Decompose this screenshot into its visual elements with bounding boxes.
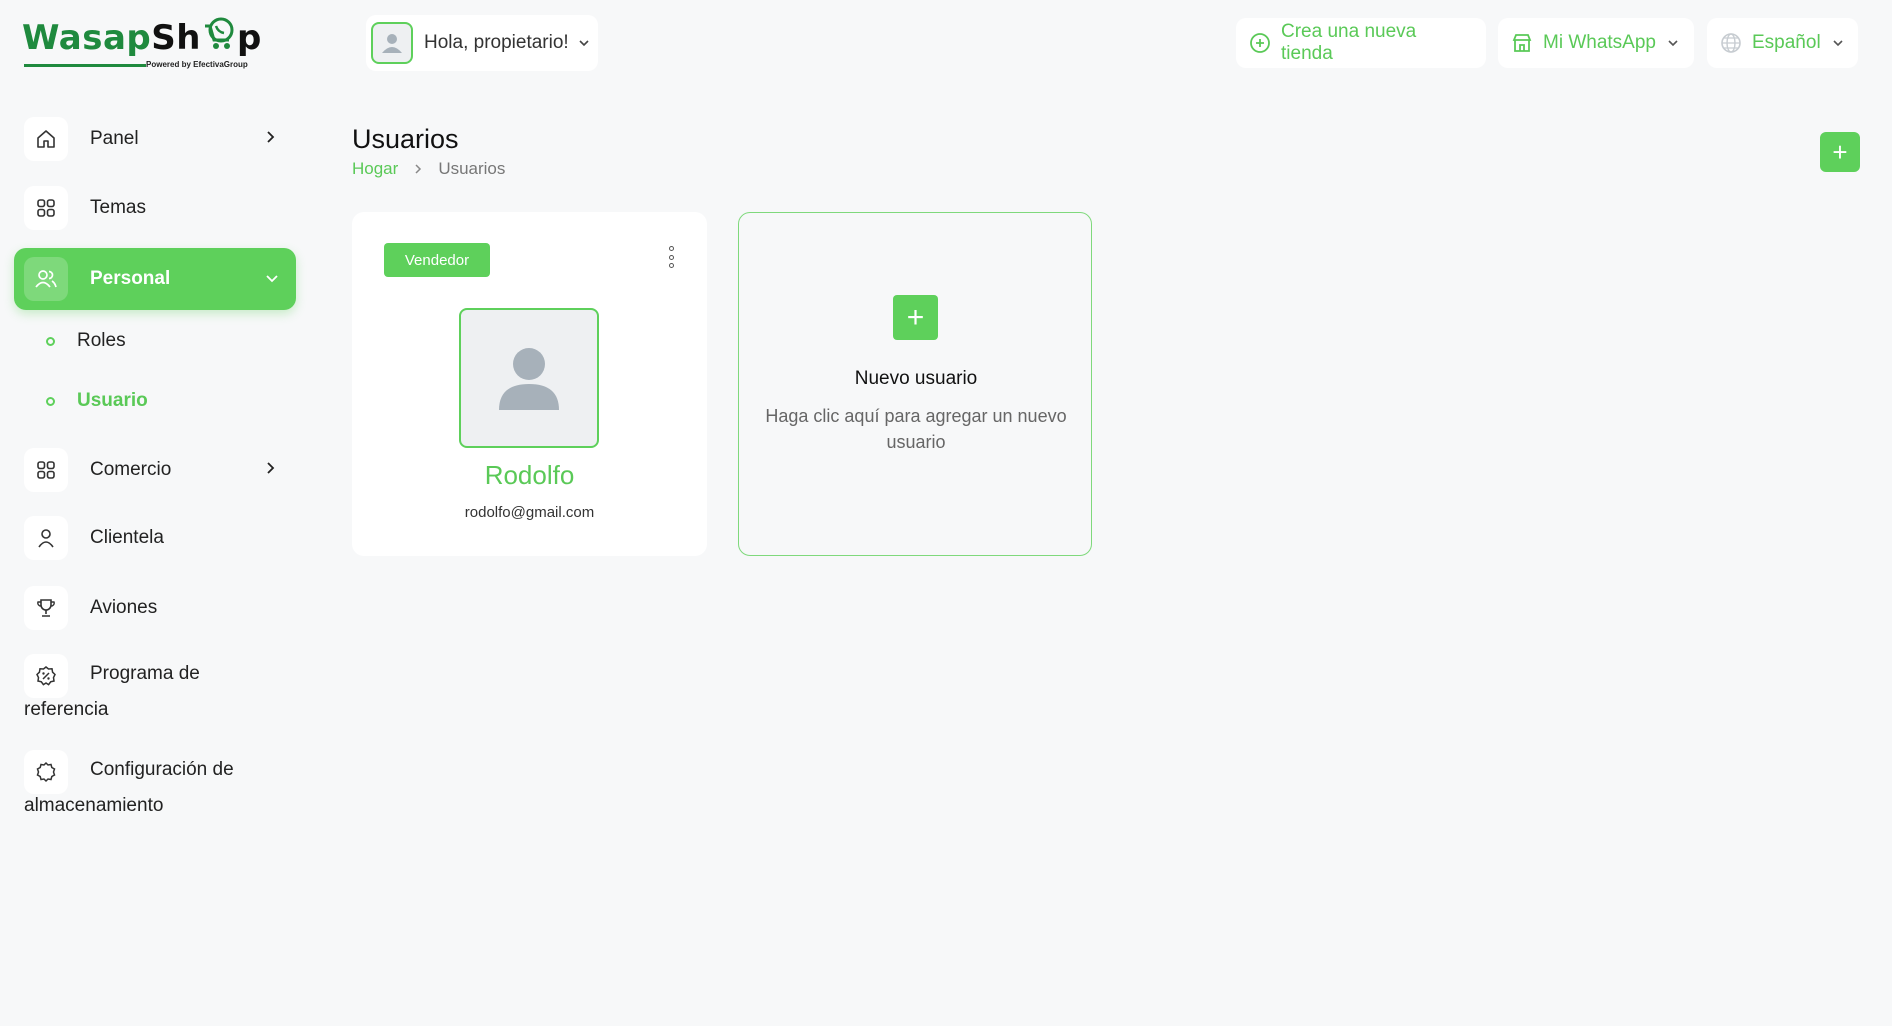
sidebar-subitem-label: Usuario xyxy=(77,390,148,411)
plus-icon: + xyxy=(893,295,938,340)
globe-icon xyxy=(1720,32,1742,54)
sidebar-item-label: Personal xyxy=(90,268,171,289)
account-dropdown[interactable]: Hola, propietario! xyxy=(366,15,598,71)
chevron-right-icon xyxy=(412,163,424,175)
user-name: Rodolfo xyxy=(484,460,575,490)
sidebar-item-label: Programa de xyxy=(90,663,200,684)
sidebar-item-clientela[interactable]: Clientela xyxy=(24,514,288,562)
create-store-button[interactable]: Crea una nueva tienda xyxy=(1236,18,1486,68)
user-avatar-icon xyxy=(499,348,559,410)
store-icon xyxy=(1511,32,1533,54)
sidebar-item-label: Aviones xyxy=(90,597,158,618)
sidebar-item-temas[interactable]: Temas xyxy=(24,184,288,232)
whatsapp-dropdown[interactable]: Mi WhatsApp xyxy=(1498,18,1694,68)
language-label: Español xyxy=(1752,32,1821,53)
users-icon xyxy=(24,257,68,301)
language-dropdown[interactable]: Español xyxy=(1707,18,1858,68)
sidebar-item-label: Configuración de xyxy=(90,759,234,780)
create-store-label: Crea una nueva tienda xyxy=(1281,21,1417,64)
avatar xyxy=(371,22,413,64)
sidebar-subitem-roles[interactable]: Roles xyxy=(46,330,126,352)
more-options-icon[interactable] xyxy=(664,242,678,272)
sidebar-subitem-label: Roles xyxy=(77,330,126,351)
chevron-right-icon xyxy=(267,462,275,474)
logo-word-1: Wasap xyxy=(22,18,152,58)
grid-icon xyxy=(24,186,68,230)
new-user-description: Haga clic aquí para agregar un nuevo usu… xyxy=(765,406,1067,452)
sidebar-item-label: referencia xyxy=(24,699,109,720)
new-user-card[interactable]: + Nuevo usuario Haga clic aquí para agre… xyxy=(738,212,1092,556)
chevron-down-icon xyxy=(1833,40,1843,47)
logo-tagline: Powered by EfectivaGroup xyxy=(146,60,248,69)
user-icon xyxy=(24,516,68,560)
user-email: rodolfo@gmail.com xyxy=(464,504,595,521)
sidebar-item-label: almacenamiento xyxy=(24,795,164,816)
sidebar-item-label: Temas xyxy=(90,197,146,218)
logo-word-3: p xyxy=(236,18,262,58)
sidebar-item-programa-referencia[interactable]: Programa de referencia xyxy=(24,654,288,734)
grid-icon xyxy=(24,448,68,492)
avatar xyxy=(459,308,599,448)
sidebar-item-personal[interactable]: Personal xyxy=(14,248,296,310)
sidebar-item-label: Panel xyxy=(90,128,139,149)
sidebar-item-panel[interactable]: Panel xyxy=(24,115,288,163)
breadcrumb-home-link[interactable]: Hogar xyxy=(352,159,398,179)
logo-underline xyxy=(24,64,146,67)
user-avatar-icon xyxy=(382,34,402,53)
sidebar-item-label: Comercio xyxy=(90,459,172,480)
whatsapp-label: Mi WhatsApp xyxy=(1543,32,1656,53)
sidebar-item-aviones[interactable]: Aviones xyxy=(24,584,288,632)
sidebar-item-configuracion-almacenamiento[interactable]: Configuración de almacenamiento xyxy=(24,750,288,830)
home-icon xyxy=(24,117,68,161)
page-title: Usuarios xyxy=(352,124,459,154)
chevron-down-icon xyxy=(579,40,589,47)
bullet-icon xyxy=(46,396,55,406)
cart-icon xyxy=(201,16,237,63)
brand-logo[interactable]: WasapSh p Powered by EfectivaGroup xyxy=(22,16,282,74)
sidebar-subitem-usuario[interactable]: Usuario xyxy=(46,390,148,412)
add-user-button[interactable]: + xyxy=(1820,132,1860,172)
badge-percent-icon xyxy=(24,654,68,698)
sidebar-item-comercio[interactable]: Comercio xyxy=(24,446,288,494)
chevron-down-icon xyxy=(266,275,278,283)
logo-word-2: Sh xyxy=(151,18,201,58)
plus-circle-icon xyxy=(1249,32,1271,54)
new-user-title: Nuevo usuario xyxy=(854,368,978,389)
trophy-icon xyxy=(24,586,68,630)
page: WasapSh p Powered by EfectivaGroup Hola,… xyxy=(0,0,1892,1026)
breadcrumb-current: Usuarios xyxy=(438,159,506,178)
chevron-down-icon xyxy=(1668,40,1678,47)
sidebar-item-label: Clientela xyxy=(90,527,164,548)
breadcrumb: Hogar Usuarios xyxy=(352,159,505,179)
chevron-right-icon xyxy=(267,131,275,143)
user-card: Vendedor Rodolfo rodolfo@gmail.com xyxy=(352,212,707,556)
bullet-icon xyxy=(46,336,55,346)
gear-icon xyxy=(24,750,68,794)
role-badge: Vendedor xyxy=(384,243,490,277)
greeting-text: Hola, propietario! xyxy=(424,32,569,53)
